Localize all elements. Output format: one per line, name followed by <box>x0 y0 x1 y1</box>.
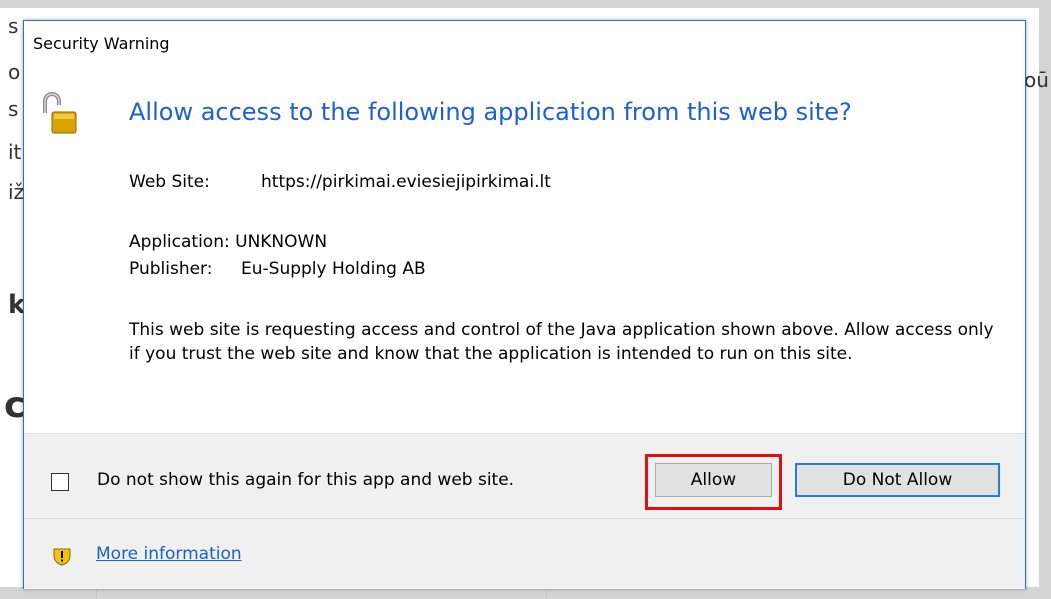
more-information-link[interactable]: More information <box>96 544 242 564</box>
background-frame-top <box>0 0 1051 8</box>
do-not-allow-button[interactable]: Do Not Allow <box>795 463 1000 497</box>
warning-shield-icon <box>53 548 71 566</box>
background-divider <box>96 589 97 599</box>
application-value: UNKNOWN <box>235 232 328 252</box>
background-text: iž <box>8 180 25 204</box>
publisher-row: Publisher: Eu-Supply Holding AB <box>129 257 426 281</box>
allow-button[interactable]: Allow <box>655 463 772 497</box>
dialog-title: Security Warning <box>33 34 170 53</box>
dialog-description: This web site is requesting access and c… <box>129 320 994 364</box>
background-text: s <box>8 14 19 38</box>
footer-divider <box>24 518 1025 519</box>
security-warning-dialog: Security Warning Allow access to the fol… <box>23 20 1026 589</box>
website-value: https://pirkimai.eviesiejipirkimai.lt <box>261 172 551 192</box>
publisher-label: Publisher: <box>129 259 213 279</box>
background-text: o <box>8 60 21 84</box>
dont-show-again-label[interactable]: Do not show this again for this app and … <box>97 470 514 490</box>
website-label: Web Site: <box>129 172 210 192</box>
background-text: it <box>8 140 22 164</box>
dialog-footer: Do not show this again for this app and … <box>24 433 1025 589</box>
application-row: Application: UNKNOWN <box>129 230 327 254</box>
application-label: Application: <box>129 232 230 252</box>
background-text: s <box>8 97 19 121</box>
dont-show-again-checkbox[interactable] <box>51 473 69 491</box>
background-divider <box>546 589 547 599</box>
unlocked-padlock-icon <box>43 92 77 134</box>
dialog-headline: Allow access to the following applicatio… <box>129 98 852 126</box>
website-row: Web Site: https://pirkimai.eviesiejipirki… <box>129 170 551 194</box>
background-text: oū <box>1024 68 1049 92</box>
publisher-value: Eu-Supply Holding AB <box>241 259 426 279</box>
